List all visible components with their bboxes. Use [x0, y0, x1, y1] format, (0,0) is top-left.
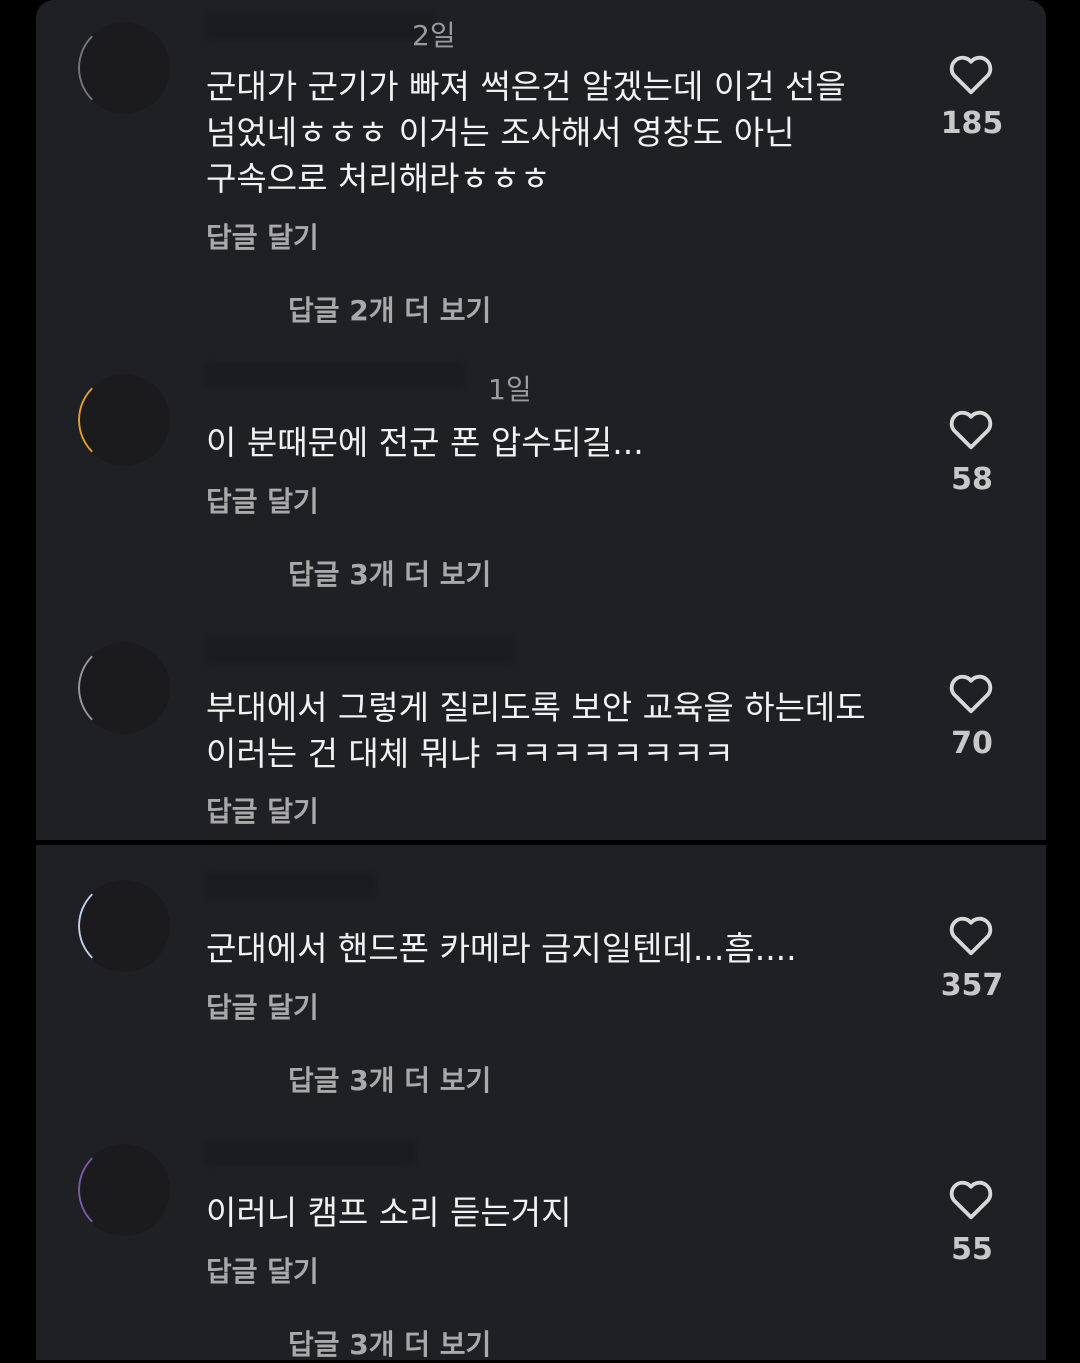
user-avatar[interactable] [78, 374, 170, 466]
comment-time: 2일 [412, 19, 456, 52]
user-avatar[interactable] [78, 1144, 170, 1236]
username-redacted[interactable] [205, 638, 515, 664]
comments-panel-2 [36, 845, 1046, 1360]
like-count: 185 [940, 106, 1004, 141]
heart-outline-icon[interactable] [948, 671, 994, 715]
heart-outline-icon[interactable] [948, 1177, 994, 1221]
comment-text: 이 분때문에 전군 폰 압수되길... [206, 423, 644, 462]
username-redacted[interactable] [205, 872, 375, 898]
heart-outline-icon[interactable] [948, 407, 994, 451]
view-more-replies-button[interactable]: 답글 3개 더 보기 [288, 1059, 491, 1099]
user-avatar[interactable] [78, 22, 170, 114]
user-avatar[interactable] [78, 880, 170, 972]
heart-outline-icon[interactable] [948, 913, 994, 957]
comment-text: 이러니 캠프 소리 듣는거지 [206, 1193, 572, 1232]
view-more-replies-button[interactable]: 답글 3개 더 보기 [288, 1323, 491, 1363]
like-count: 70 [951, 726, 993, 761]
reply-button[interactable]: 답글 달기 [206, 986, 319, 1026]
view-more-replies-button[interactable]: 답글 2개 더 보기 [288, 289, 491, 329]
username-redacted[interactable] [205, 362, 465, 388]
comment-text: 군대에서 핸드폰 카메라 금지일텐데...흠.... [206, 929, 797, 968]
like-count: 357 [940, 968, 1004, 1003]
reply-button[interactable]: 답글 달기 [206, 1250, 319, 1290]
like-count: 55 [951, 1232, 993, 1267]
reply-button[interactable]: 답글 달기 [206, 480, 319, 520]
reply-button[interactable]: 답글 달기 [206, 216, 319, 256]
like-count: 58 [951, 462, 993, 497]
comment-text: 부대에서 그렇게 질리도록 보안 교육을 하는데도 이러는 건 대체 뭐냐 ㅋㅋ… [206, 688, 866, 773]
reply-button[interactable]: 답글 달기 [206, 790, 319, 830]
username-redacted[interactable] [205, 14, 435, 40]
comment-text: 군대가 군기가 빠져 썩은건 알겠는데 이건 선을 넘었네ㅎㅎㅎ 이거는 조사해… [206, 67, 846, 198]
view-more-replies-button[interactable]: 답글 3개 더 보기 [288, 553, 491, 593]
comment-time: 1일 [488, 373, 532, 406]
username-redacted[interactable] [205, 1140, 415, 1166]
heart-outline-icon[interactable] [948, 52, 994, 96]
user-avatar[interactable] [78, 642, 170, 734]
